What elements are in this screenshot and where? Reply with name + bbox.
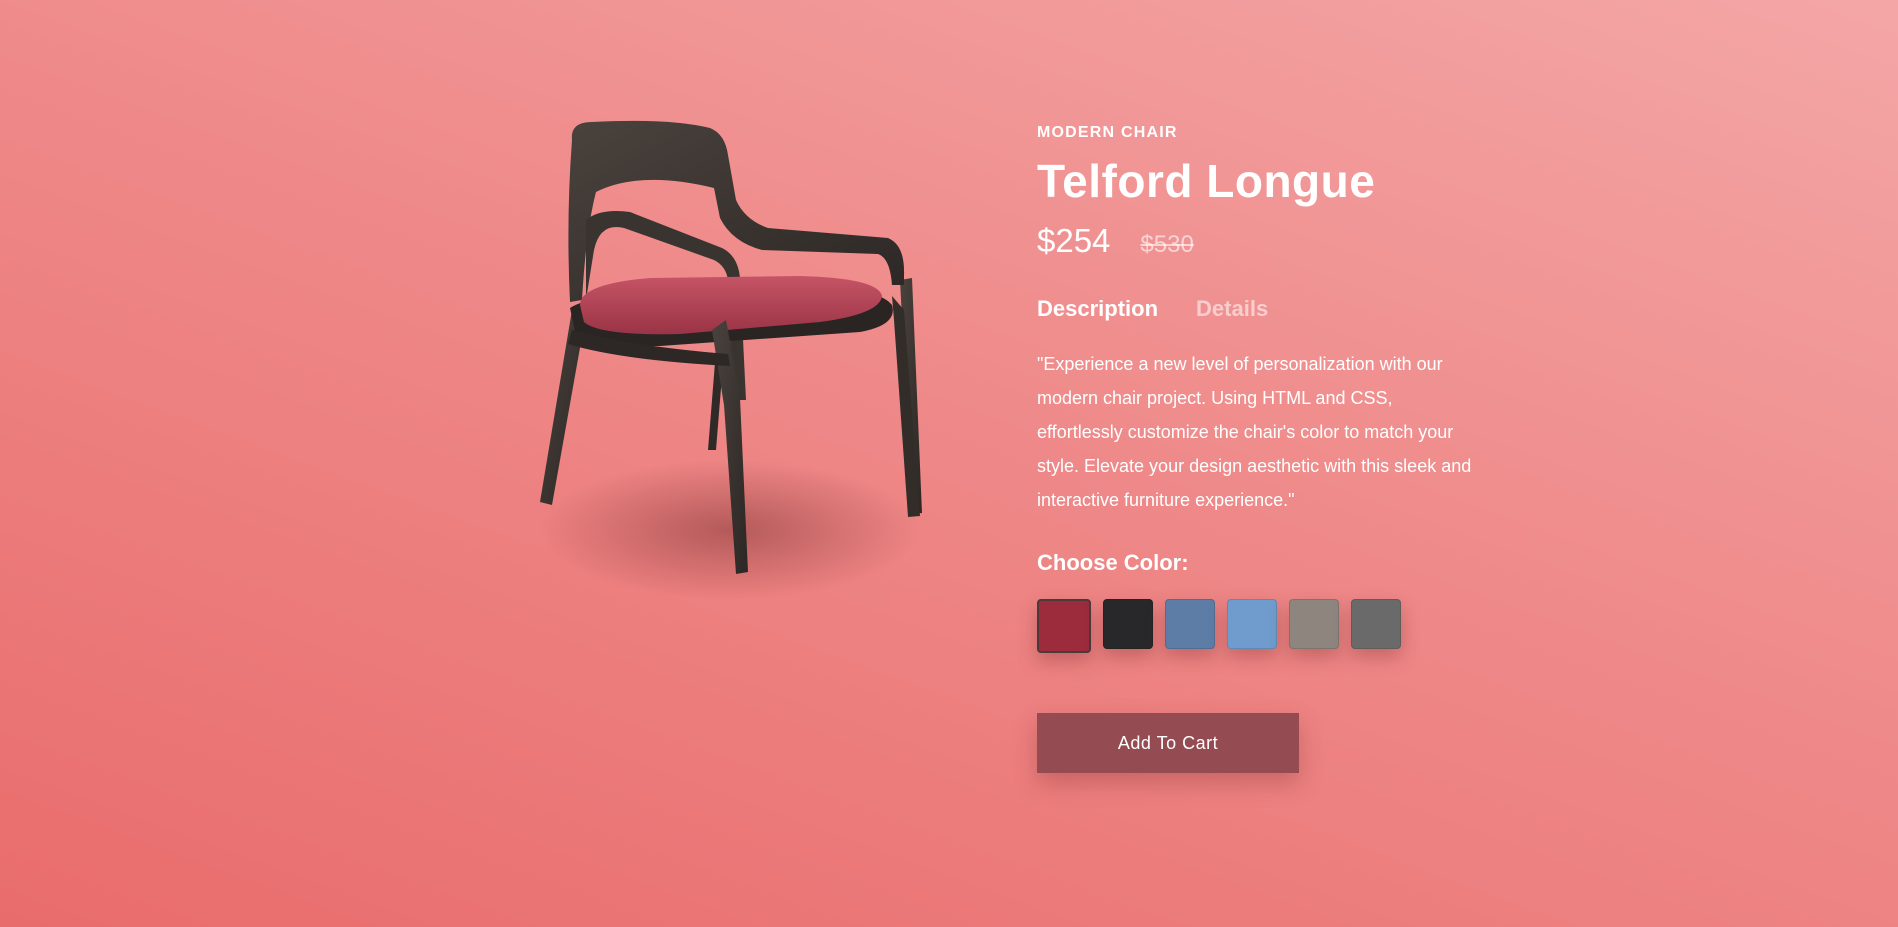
product-category: MODERN CHAIR [1037, 124, 1178, 141]
current-price: $254 [1037, 222, 1111, 259]
swatch-light-blue[interactable] [1227, 599, 1277, 649]
color-swatches [1037, 599, 1497, 653]
product-description: "Experience a new level of personalizati… [1037, 354, 1472, 510]
swatch-black[interactable] [1103, 599, 1153, 649]
tab-description[interactable]: Description [1037, 295, 1158, 323]
tab-details[interactable]: Details [1196, 295, 1268, 323]
product-title: Telford Longue [1037, 155, 1376, 207]
swatch-denim[interactable] [1165, 599, 1215, 649]
original-price: $530 [1140, 231, 1194, 258]
chair-illustration [540, 120, 922, 600]
swatch-red[interactable] [1037, 599, 1091, 653]
choose-color-label: Choose Color: [1037, 550, 1189, 575]
product-tabs: Description Details [1037, 295, 1497, 323]
chair-image [500, 100, 960, 660]
product-info: MODERN CHAIR Telford Longue $254 $530 De… [1037, 123, 1497, 773]
swatch-taupe[interactable] [1289, 599, 1339, 649]
swatch-grey[interactable] [1351, 599, 1401, 649]
price-row: $254 $530 [1037, 221, 1497, 261]
add-to-cart-button[interactable]: Add To Cart [1037, 713, 1299, 773]
